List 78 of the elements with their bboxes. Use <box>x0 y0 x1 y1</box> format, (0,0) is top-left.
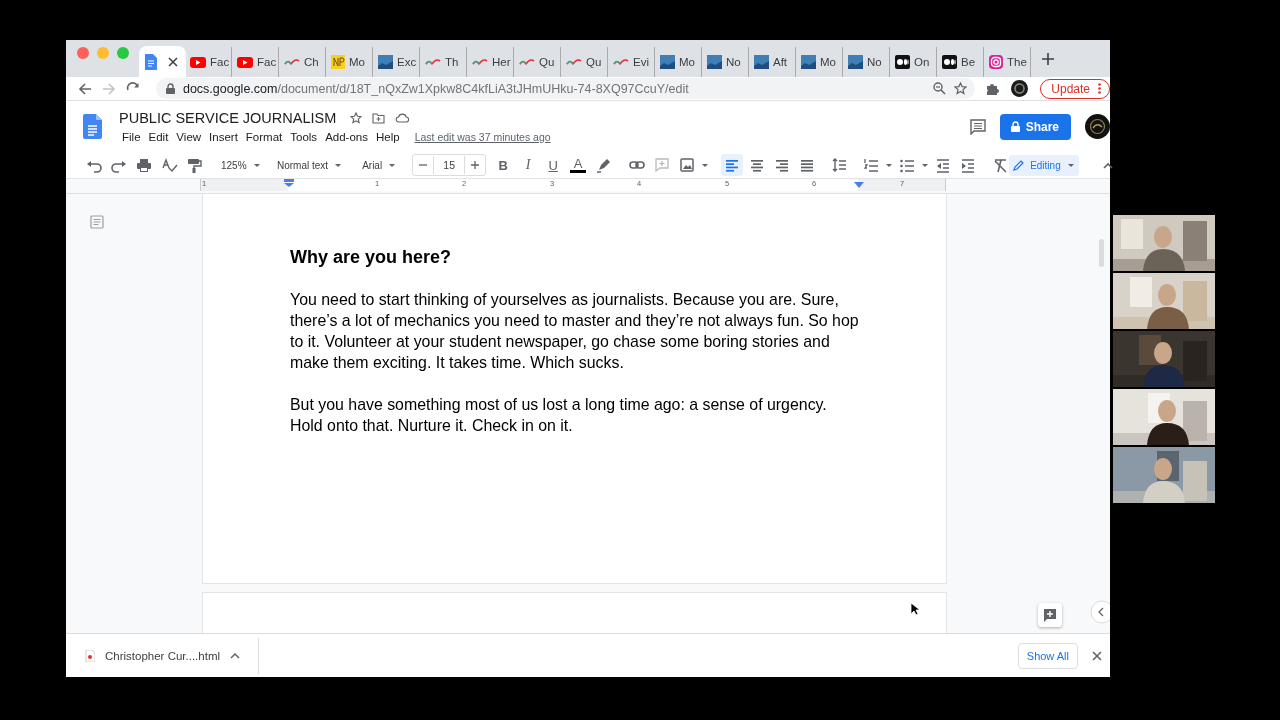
new-tab-icon[interactable] <box>1041 51 1055 66</box>
file-name[interactable]: Christopher Cur....html <box>105 649 221 662</box>
document-icon[interactable] <box>83 114 102 139</box>
scrollbar-thumb[interactable] <box>1099 239 1104 267</box>
underline-button[interactable]: U <box>542 154 565 176</box>
right-indent-marker-icon[interactable] <box>854 182 864 188</box>
caret-icon <box>701 161 710 169</box>
comment-icon[interactable] <box>969 118 986 135</box>
menu-item[interactable]: File <box>119 131 146 143</box>
font-size-field[interactable]: 15 <box>412 154 487 176</box>
image-icon <box>801 55 816 69</box>
avatar-icon[interactable] <box>1085 114 1110 139</box>
menu-item[interactable]: View <box>173 131 207 143</box>
play-icon <box>237 56 253 68</box>
star-icon[interactable] <box>954 82 968 95</box>
cloud-icon[interactable] <box>395 113 410 123</box>
lock-icon <box>165 83 175 94</box>
editing-mode-dropdown[interactable]: Editing <box>1009 154 1079 176</box>
back-icon[interactable] <box>78 81 92 96</box>
caret-icon <box>1066 161 1075 169</box>
caret-icon[interactable] <box>230 652 241 659</box>
image-icon <box>754 55 769 69</box>
document-title[interactable]: PUBLIC SERVICE JOURNALISM <box>119 110 337 126</box>
star-icon[interactable] <box>350 112 363 124</box>
menu-item[interactable]: Tools <box>287 131 323 143</box>
caret-icon <box>921 161 930 169</box>
mouse-cursor-icon <box>910 602 919 616</box>
menu-item[interactable]: Add-ons <box>322 131 373 143</box>
left-indent-marker-icon[interactable] <box>284 179 294 187</box>
menu-item[interactable]: Insert <box>206 131 243 143</box>
heading: Why are you here? <box>290 247 453 268</box>
italic-button[interactable]: I <box>517 154 540 176</box>
bold-button[interactable]: B <box>492 154 515 176</box>
style-dropdown[interactable]: Normal text <box>273 155 347 175</box>
zoom-dropdown[interactable]: 125% <box>217 155 261 175</box>
browser-tab[interactable] <box>139 45 186 79</box>
font-size-value[interactable]: 15 <box>433 156 466 174</box>
paragraph: But you have something most of us lost a long time ago: a sense of urgency. Hold onto that. Nurture it. Check in on it. <box>290 395 828 436</box>
side-panel-toggle-icon[interactable] <box>1090 600 1110 624</box>
url-text: docs.google.com/document/d/18T_nQxZw1Xpkw8C4kfLiA3tJHmUHku-74-8XQ97CcuY/edit <box>182 81 690 96</box>
pencil-icon <box>1013 159 1025 171</box>
circles-icon <box>895 55 910 69</box>
share-button[interactable]: Share <box>999 113 1071 140</box>
menu-item[interactable]: Help <box>372 131 405 143</box>
close-icon[interactable] <box>168 57 178 67</box>
add-comment-button[interactable] <box>1038 603 1062 627</box>
menu-item[interactable]: Edit <box>145 131 174 143</box>
paragraph: You need to start thinking of yourselves as journalists. Because you are. Sure, there’s a lot of mechanics you need to master and they’re not always fun. So hop to it. Volunteer at your student newspaper, go chase some boring stories and make them exciting. It takes time. Which sucks. <box>290 290 860 373</box>
close-icon[interactable] <box>1092 650 1102 661</box>
avatar-icon[interactable] <box>1011 80 1029 97</box>
image-icon <box>707 55 722 69</box>
puzzle-icon[interactable] <box>985 81 1000 96</box>
update-button[interactable]: Update <box>1040 78 1110 99</box>
caret-icon <box>885 161 894 169</box>
image-icon <box>660 55 675 69</box>
caret-icon <box>388 161 397 169</box>
logo-icon <box>331 55 345 69</box>
image-icon <box>378 55 393 69</box>
caret-icon <box>252 161 261 169</box>
font-dropdown[interactable]: Arial <box>358 155 401 175</box>
folder-icon[interactable] <box>372 112 386 124</box>
address-field[interactable]: docs.google.com/document/d/18T_nQxZw1Xpkw8C4kfLiA3tJHmUHku-74-8XQ97CcuY/edit <box>155 78 976 99</box>
zoom-icon[interactable] <box>933 82 947 95</box>
file-icon <box>85 649 95 662</box>
lock-icon <box>1010 121 1020 132</box>
show-all-button[interactable]: Show All <box>1017 642 1078 669</box>
more-icon <box>1098 83 1101 94</box>
camera-icon <box>989 55 1003 69</box>
comment-plus-icon <box>1043 608 1057 622</box>
play-icon <box>190 56 206 68</box>
image-icon <box>848 55 863 69</box>
last-edit-link[interactable]: Last edit was 37 minutes ago <box>414 131 551 143</box>
text-color-button[interactable]: A <box>570 157 587 173</box>
menu-item[interactable]: Format <box>242 131 288 143</box>
circles-icon <box>942 55 957 69</box>
collapse-icon[interactable] <box>1102 161 1113 169</box>
caret-icon <box>334 161 343 169</box>
document-icon <box>144 54 158 70</box>
